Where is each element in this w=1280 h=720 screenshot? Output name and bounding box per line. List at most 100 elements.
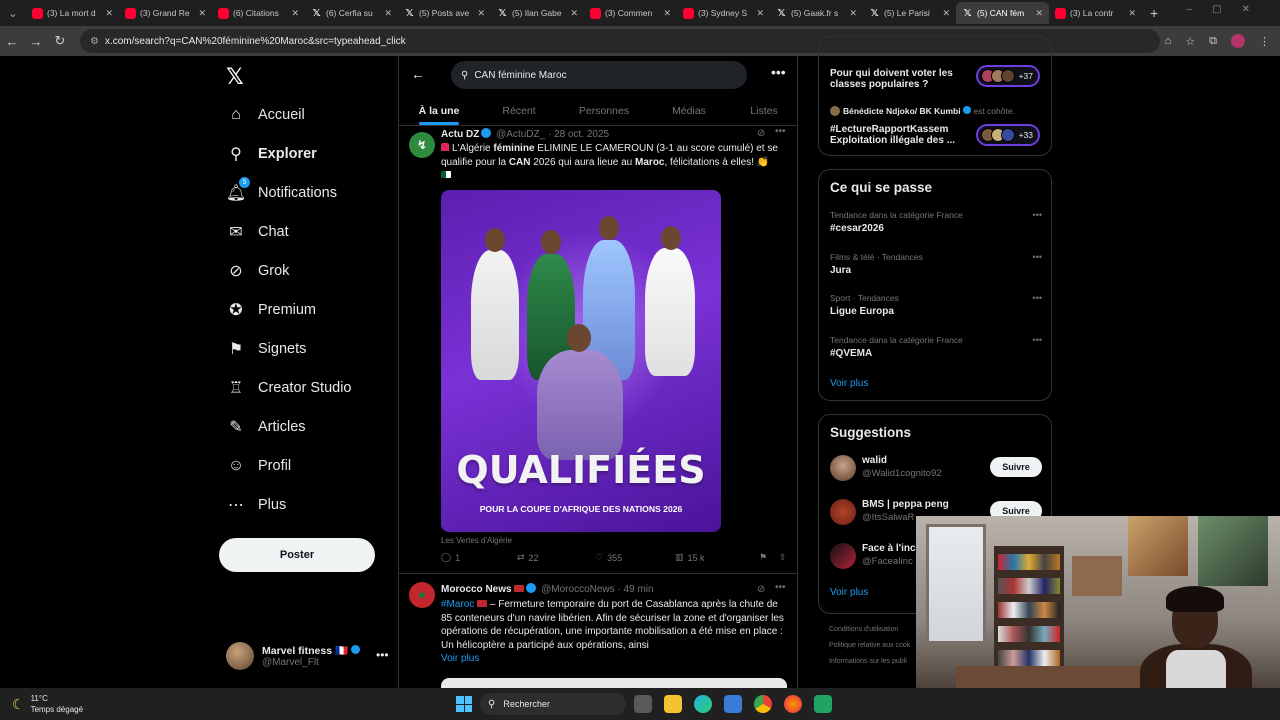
space-listeners[interactable]: +33: [975, 124, 1040, 146]
trend-more-icon[interactable]: •••: [1033, 210, 1042, 220]
nav-item-creator-studio[interactable]: ♖ Creator Studio: [226, 373, 352, 403]
search-tab[interactable]: Listes: [729, 96, 797, 125]
browser-tab[interactable]: (3) La contr ✕: [1049, 2, 1142, 24]
hashtag-link[interactable]: #Maroc: [441, 599, 474, 610]
close-tab-icon[interactable]: ✕: [756, 8, 764, 19]
grok-icon[interactable]: ⊘: [757, 128, 765, 139]
store-icon[interactable]: [724, 695, 742, 713]
follow-button[interactable]: Suivre: [990, 457, 1042, 477]
search-tab[interactable]: Médias: [649, 96, 729, 125]
windows-start-icon[interactable]: [456, 696, 472, 712]
avatar[interactable]: ↯: [409, 132, 435, 158]
tab-search-icon[interactable]: ⌄: [0, 0, 26, 26]
search-more-icon[interactable]: •••: [771, 64, 786, 80]
extensions-icon[interactable]: ⧉: [1209, 35, 1217, 48]
close-tab-icon[interactable]: ✕: [477, 8, 485, 19]
trend-item[interactable]: Sport · Tendances Ligue Europa •••: [830, 293, 1042, 317]
new-tab-icon[interactable]: +: [1150, 5, 1158, 21]
avatar[interactable]: [830, 499, 856, 525]
tweet-date[interactable]: · 49 min: [617, 584, 653, 595]
menu-icon[interactable]: ⋮: [1259, 35, 1270, 48]
close-tab-icon[interactable]: ✕: [384, 8, 392, 19]
account-switcher[interactable]: Marvel fitness 🇫🇷 @Marvel_Flt •••: [226, 642, 389, 670]
tweet-more-icon[interactable]: •••: [775, 126, 786, 137]
post-button[interactable]: Poster: [219, 538, 375, 572]
author-handle[interactable]: @MoroccoNews: [541, 584, 615, 595]
app-icon[interactable]: [814, 695, 832, 713]
firefox-icon[interactable]: [784, 695, 802, 713]
back-arrow-icon[interactable]: ←: [411, 66, 425, 82]
close-tab-icon[interactable]: ✕: [942, 8, 950, 19]
space-listeners[interactable]: +37: [975, 65, 1040, 87]
bookmark-button[interactable]: ⚑: [759, 552, 779, 563]
nav-item-explorer[interactable]: ⚲ Explorer: [226, 139, 317, 169]
browser-tab[interactable]: 𝕏 (5) CAN fém ✕: [956, 2, 1049, 24]
trend-item[interactable]: Tendance dans la catégorie France #QVEMA •…: [830, 335, 1042, 359]
search-input[interactable]: ⚲ CAN féminine Maroc: [451, 61, 747, 89]
reload-icon[interactable]: ↻: [48, 33, 72, 49]
like-button[interactable]: ♡ 355: [595, 552, 675, 563]
show-more-link[interactable]: Voir plus: [441, 653, 479, 664]
edge-icon[interactable]: [694, 695, 712, 713]
browser-tab[interactable]: 𝕏 (6) Cerfia su ✕: [305, 2, 398, 24]
close-tab-icon[interactable]: ✕: [663, 8, 671, 19]
nav-item-accueil[interactable]: ⌂ Accueil: [226, 100, 305, 130]
close-tab-icon[interactable]: ✕: [849, 8, 857, 19]
suggestions-show-more[interactable]: Voir plus: [830, 587, 868, 598]
browser-tab[interactable]: 𝕏 (5) Posts ave ✕: [398, 2, 491, 24]
space-item[interactable]: #LectureRapportKassem Exploitation illég…: [830, 121, 970, 146]
author-handle[interactable]: @ActuDZ_: [496, 129, 545, 140]
author-name[interactable]: Morocco News: [441, 584, 512, 595]
close-tab-icon[interactable]: ✕: [291, 8, 299, 19]
browser-tab[interactable]: 𝕏 (5) Gaak.fr s ✕: [770, 2, 863, 24]
chrome-icon[interactable]: [754, 695, 772, 713]
nav-item-notifications[interactable]: 🔔︎ 5 Notifications: [226, 177, 337, 208]
tweet[interactable]: ↯ Actu DZ @ActuDZ_ · 28 oct. 2025 ⊘ ••• …: [399, 126, 797, 574]
nav-item-plus[interactable]: ⋯ Plus: [226, 490, 286, 520]
suggestion-item[interactable]: walid @Walid1cognito92 Suivre: [830, 453, 1042, 485]
site-info-icon[interactable]: ⚙: [90, 36, 99, 47]
trend-item[interactable]: Films & télé · Tendances Jura •••: [830, 252, 1042, 276]
forward-icon[interactable]: →: [24, 34, 48, 49]
search-tab[interactable]: Personnes: [559, 96, 649, 125]
nav-item-premium[interactable]: ✪ Premium: [226, 295, 316, 325]
tweet-image[interactable]: QUALIFIÉES POUR LA COUPE D'AFRIQUE DES N…: [441, 190, 721, 532]
profile-avatar[interactable]: [1231, 34, 1245, 48]
x-logo-icon[interactable]: 𝕏: [226, 64, 244, 90]
close-tab-icon[interactable]: ✕: [105, 8, 113, 19]
trend-more-icon[interactable]: •••: [1033, 335, 1042, 345]
grok-icon[interactable]: ⊘: [757, 584, 765, 595]
nav-item-profil[interactable]: ☺ Profil: [226, 451, 291, 481]
trend-item[interactable]: Tendance dans la catégorie France #cesar2…: [830, 210, 1042, 234]
taskbar-search[interactable]: ⚲ Rechercher: [480, 693, 626, 715]
browser-tab[interactable]: (3) Sydney S ✕: [677, 2, 770, 24]
browser-tab[interactable]: (3) La mort d ✕: [26, 2, 119, 24]
file-explorer-icon[interactable]: [664, 695, 682, 713]
search-tab[interactable]: À la une: [399, 96, 479, 125]
views-button[interactable]: ▥ 15 k: [675, 552, 759, 563]
avatar[interactable]: [830, 455, 856, 481]
browser-tab[interactable]: 𝕏 (5) Le Parisi ✕: [863, 2, 956, 24]
browser-tab[interactable]: (3) Commen ✕: [584, 2, 677, 24]
author-name[interactable]: Actu DZ: [441, 129, 479, 140]
trend-more-icon[interactable]: •••: [1033, 252, 1042, 262]
tweet[interactable]: ★ Morocco News @MoroccoNews · 49 min ⊘ •…: [399, 574, 797, 688]
search-tab[interactable]: Récent: [479, 96, 559, 125]
browser-tab[interactable]: (6) Citations ✕: [212, 2, 305, 24]
close-tab-icon[interactable]: ✕: [1035, 8, 1043, 19]
avatar[interactable]: ★: [409, 582, 435, 608]
tweet-date[interactable]: · 28 oct. 2025: [548, 129, 609, 140]
repost-button[interactable]: ⇄ 22: [517, 552, 595, 563]
nav-item-articles[interactable]: ✎ Articles: [226, 412, 305, 442]
back-icon[interactable]: ←: [0, 34, 24, 49]
tweet-more-icon[interactable]: •••: [775, 582, 786, 593]
browser-tab[interactable]: (3) Grand Re ✕: [119, 2, 212, 24]
browser-tab[interactable]: 𝕏 (5) Ilan Gabe ✕: [491, 2, 584, 24]
trend-more-icon[interactable]: •••: [1033, 293, 1042, 303]
weather-widget[interactable]: ☾ 11°C Temps dégagé: [12, 693, 83, 715]
close-tab-icon[interactable]: ✕: [1128, 8, 1136, 19]
task-view-icon[interactable]: [634, 695, 652, 713]
install-icon[interactable]: ⌂: [1165, 35, 1172, 47]
share-button[interactable]: ⇪: [779, 552, 787, 563]
space-item[interactable]: Pour qui doivent voter les classes popul…: [830, 65, 970, 90]
